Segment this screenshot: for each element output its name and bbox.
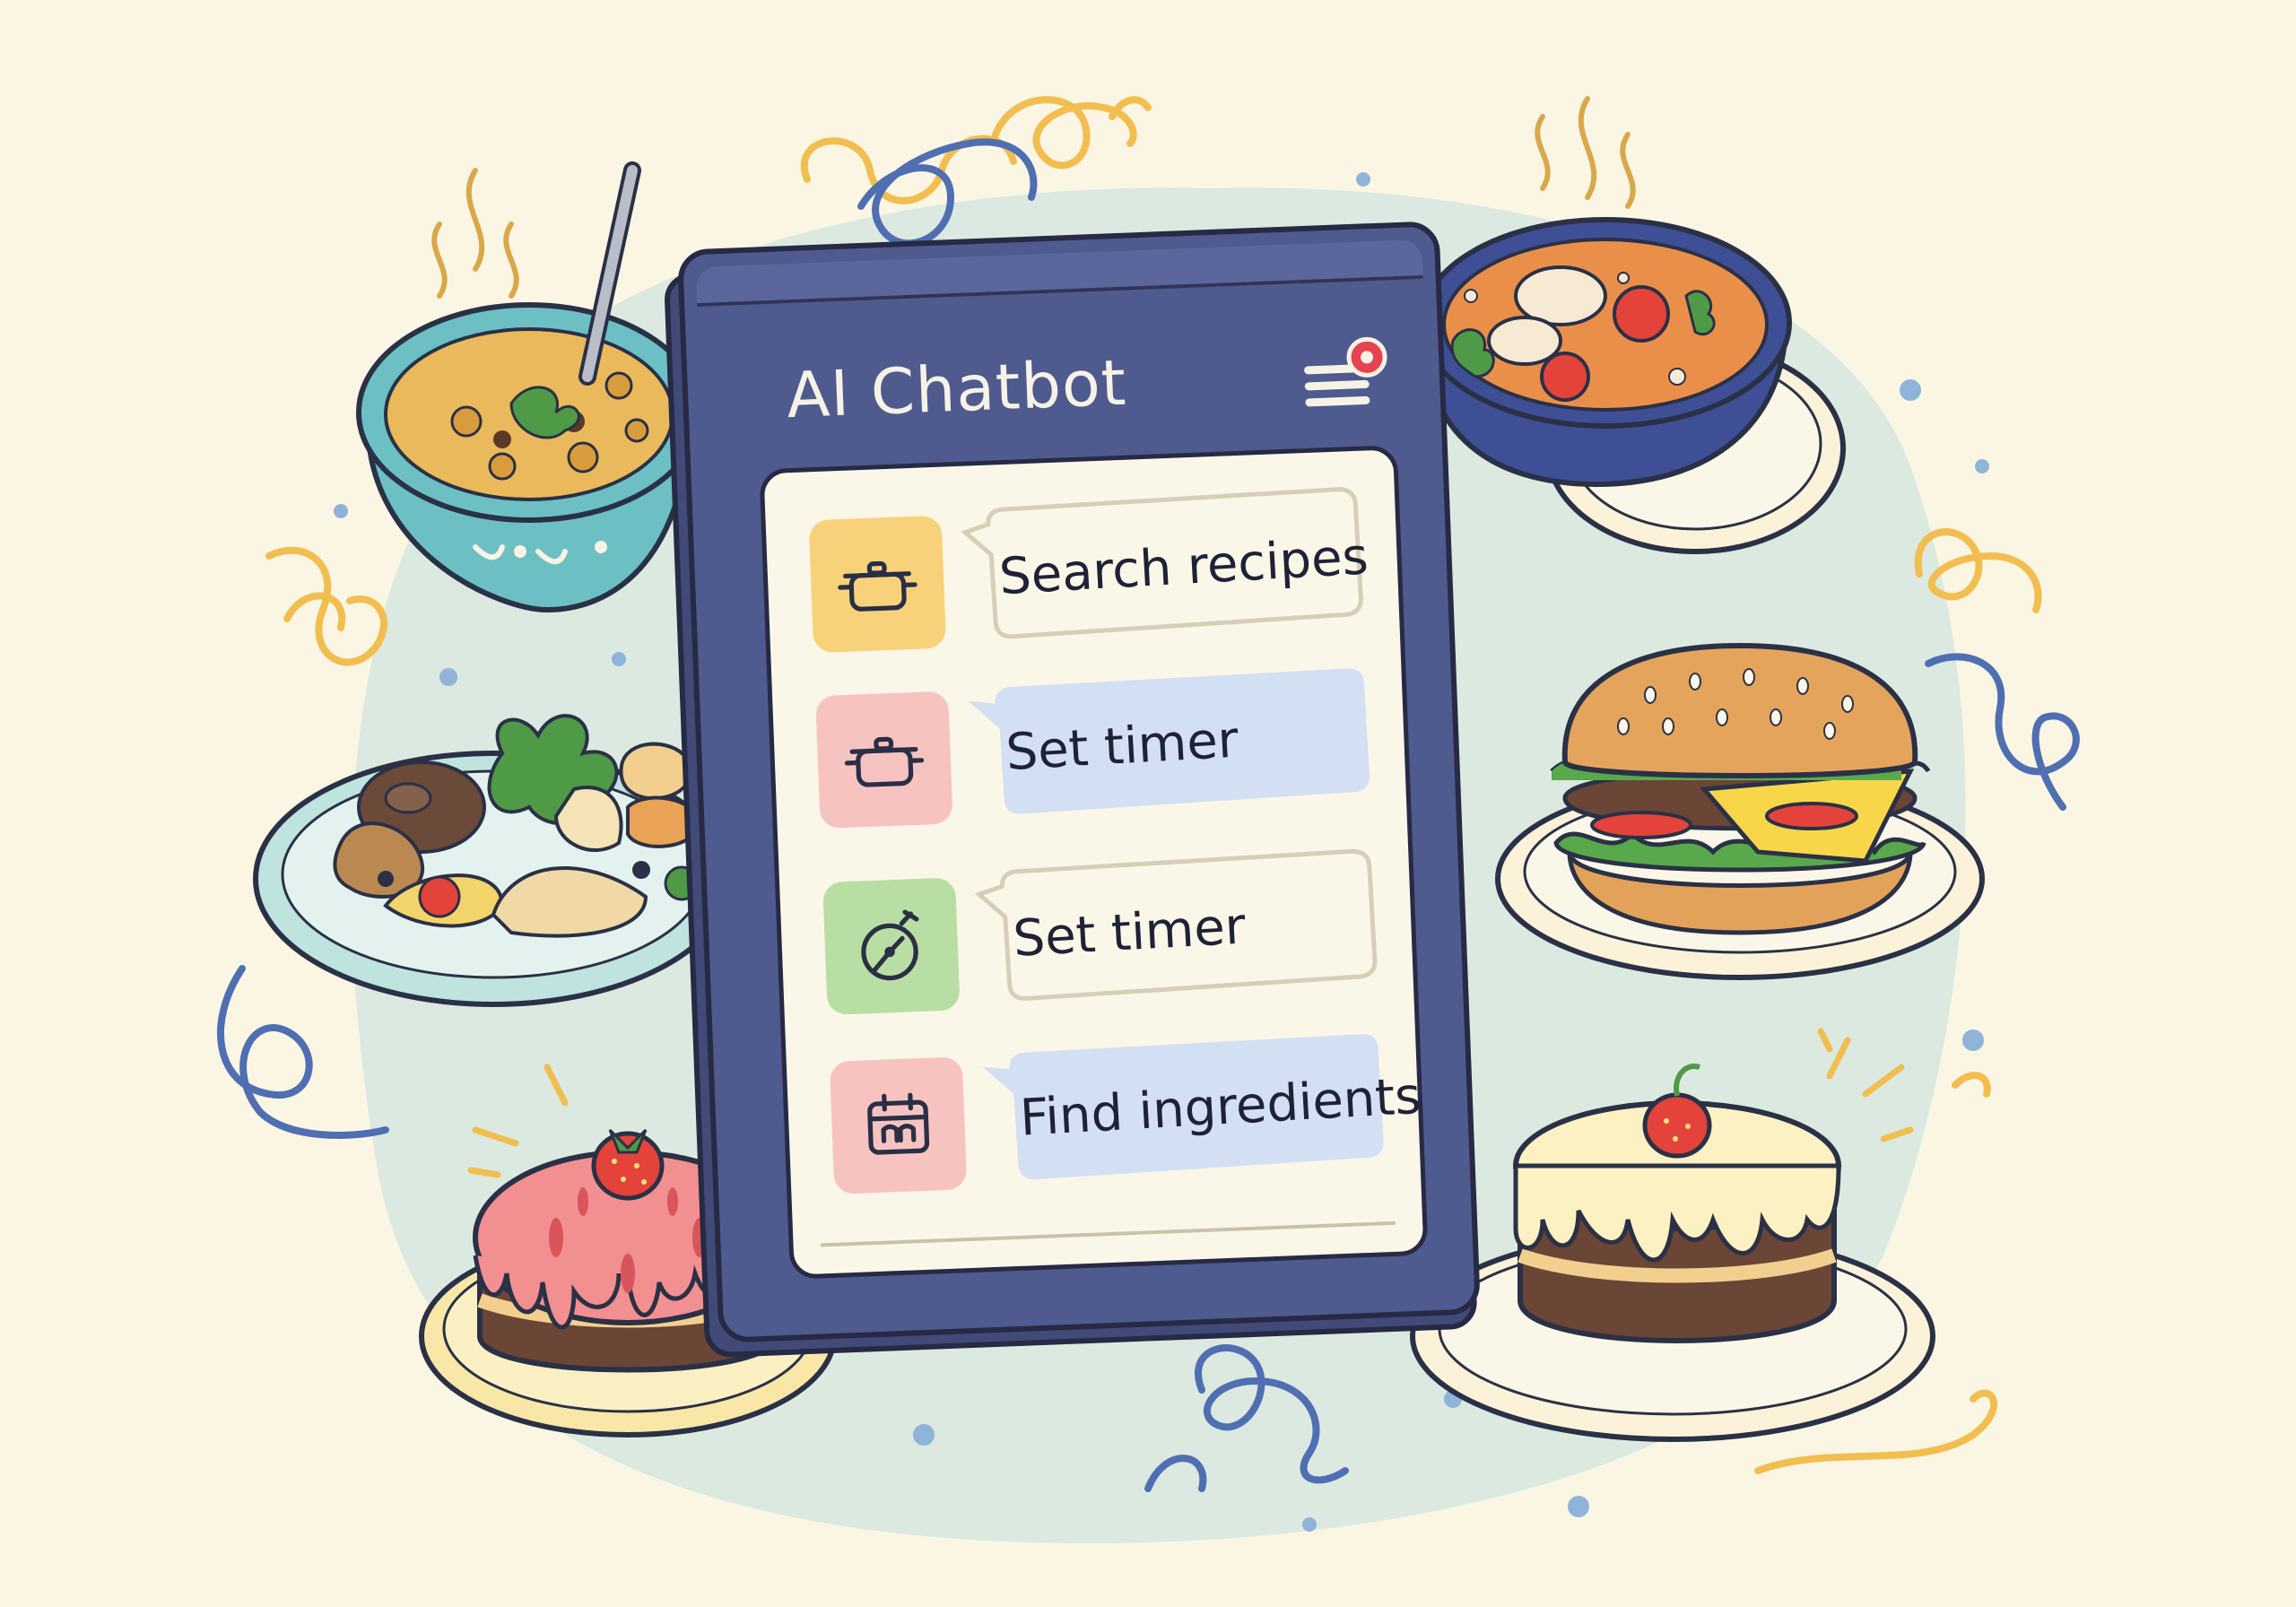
action-find-ingredients[interactable]: Find ingredients: [829, 1024, 1422, 1194]
action-set-timer-2[interactable]: Set timer: [822, 845, 1383, 1015]
action-label: Set timer: [1004, 710, 1240, 783]
hamburger-menu-icon: [1304, 336, 1387, 407]
action-set-timer[interactable]: Set timer: [814, 658, 1376, 830]
action-icon-tile: [815, 691, 953, 830]
action-search-recipes[interactable]: Search recipes: [808, 483, 1370, 654]
action-icon-tile: [808, 515, 947, 654]
cooking-pot-icon: [838, 560, 918, 612]
action-icon-tile: [822, 877, 961, 1015]
app-title: AI Chatbot: [785, 345, 1128, 433]
timer-icon: [861, 909, 919, 981]
chat-panel: Search recipes Set timer Set timer Find …: [759, 445, 1429, 1280]
action-icon-tile: [829, 1056, 968, 1194]
calendar-icon: [867, 1092, 930, 1155]
menu-button[interactable]: [1287, 326, 1398, 421]
cooking-pot-icon: [844, 736, 925, 787]
input-divider: [820, 1220, 1396, 1247]
action-label: Set timer: [1011, 897, 1248, 969]
roasted-veg-plate-illustration: [253, 714, 734, 1007]
chatbot-window: AI Chatbot Search recipes Set timer Set …: [663, 221, 1482, 1359]
device-top-bezel: [695, 239, 1423, 307]
device-frame: AI Chatbot Search recipes Set timer Set …: [676, 221, 1482, 1343]
